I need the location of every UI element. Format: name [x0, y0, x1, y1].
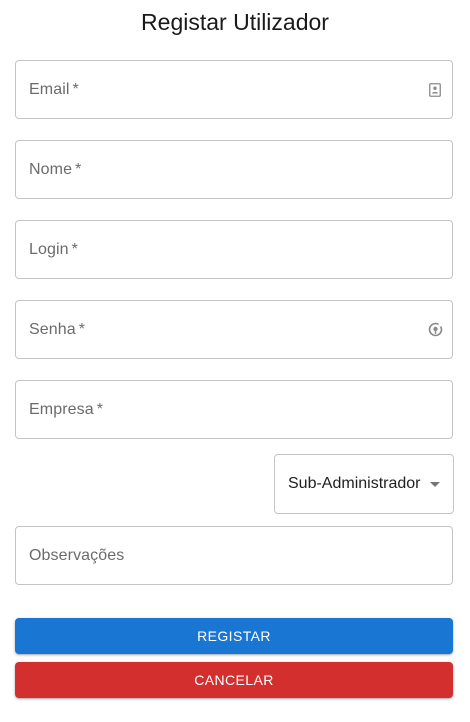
empresa-field[interactable]: Empresa * [15, 380, 453, 439]
contact-card-icon[interactable] [427, 82, 443, 98]
observacoes-label: Observações [29, 546, 125, 564]
login-field[interactable]: Login * [15, 220, 453, 279]
senha-label: Senha * [29, 320, 86, 338]
role-select[interactable]: Sub-Administrador [274, 454, 454, 514]
page-title: Registar Utilizador [141, 9, 329, 35]
empresa-label: Empresa * [29, 400, 104, 418]
observacoes-field[interactable]: Observações [15, 526, 453, 585]
chevron-down-icon [430, 482, 440, 487]
login-label: Login * [29, 240, 78, 258]
email-field[interactable]: Email * [15, 60, 453, 119]
nome-field[interactable]: Nome * [15, 140, 453, 199]
role-select-value: Sub-Administrador [288, 475, 421, 492]
cancel-button[interactable]: CANCELAR [15, 662, 453, 698]
register-button[interactable]: REGISTAR [15, 618, 453, 654]
email-label: Email * [29, 80, 79, 98]
nome-label: Nome * [29, 160, 82, 178]
password-manager-icon[interactable] [427, 322, 443, 338]
senha-field[interactable]: Senha * [15, 300, 453, 359]
